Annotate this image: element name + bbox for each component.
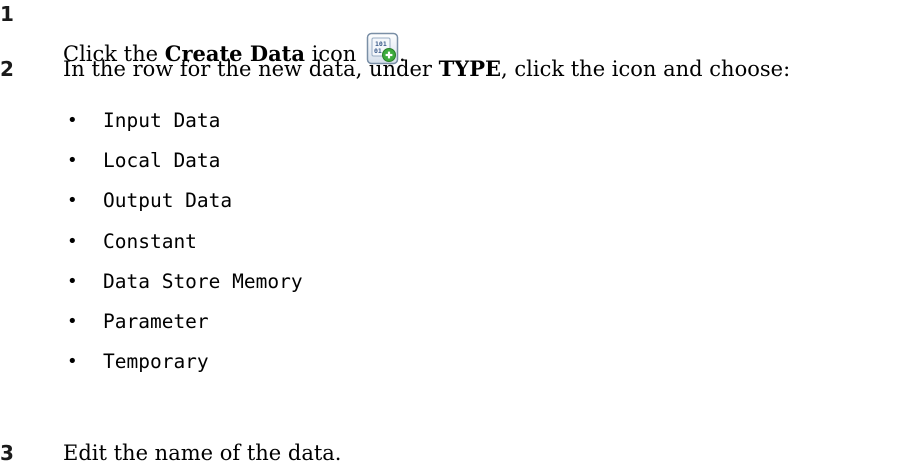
step-3-text: Edit the name of the data.: [63, 441, 342, 465]
step-1-number: 1: [0, 2, 14, 26]
type-option-label: Parameter: [103, 310, 209, 334]
list-item-temporary: • Temporary: [63, 342, 303, 382]
list-item-constant: • Constant: [63, 222, 303, 262]
list-item-output-data: • Output Data: [63, 181, 303, 221]
list-item-parameter: • Parameter: [63, 302, 303, 342]
type-option-label: Output Data: [103, 189, 233, 213]
step-3-number: 3: [0, 441, 14, 465]
step-2-prefix: In the row for the new data, under: [63, 57, 439, 81]
bullet-icon: •: [67, 270, 78, 292]
svg-text:01: 01: [374, 47, 382, 55]
step-2-suffix: , click the icon and choose:: [501, 57, 791, 81]
type-option-label: Constant: [103, 229, 197, 253]
bullet-icon: •: [67, 150, 78, 172]
list-item-data-store-memory: • Data Store Memory: [63, 262, 303, 302]
bullet-icon: •: [67, 190, 78, 212]
type-option-label: Temporary: [103, 350, 209, 374]
bullet-icon: •: [67, 311, 78, 333]
list-item-local-data: • Local Data: [63, 141, 303, 181]
type-option-label: Data Store Memory: [103, 269, 303, 293]
type-option-label: Local Data: [103, 149, 221, 173]
type-option-label: Input Data: [103, 109, 221, 133]
list-item-input-data: • Input Data: [63, 101, 303, 141]
bullet-icon: •: [67, 230, 78, 252]
instruction-document: 1 Click the Create Data icon 101 01 . 2 …: [0, 0, 900, 472]
type-label: TYPE: [438, 56, 502, 81]
bullet-icon: •: [67, 110, 78, 132]
step-2-text: In the row for the new data, under TYPE,…: [63, 56, 790, 82]
type-options-list: • Input Data • Local Data • Output Data …: [63, 101, 303, 382]
bullet-icon: •: [67, 351, 78, 373]
step-2-number: 2: [0, 57, 14, 81]
